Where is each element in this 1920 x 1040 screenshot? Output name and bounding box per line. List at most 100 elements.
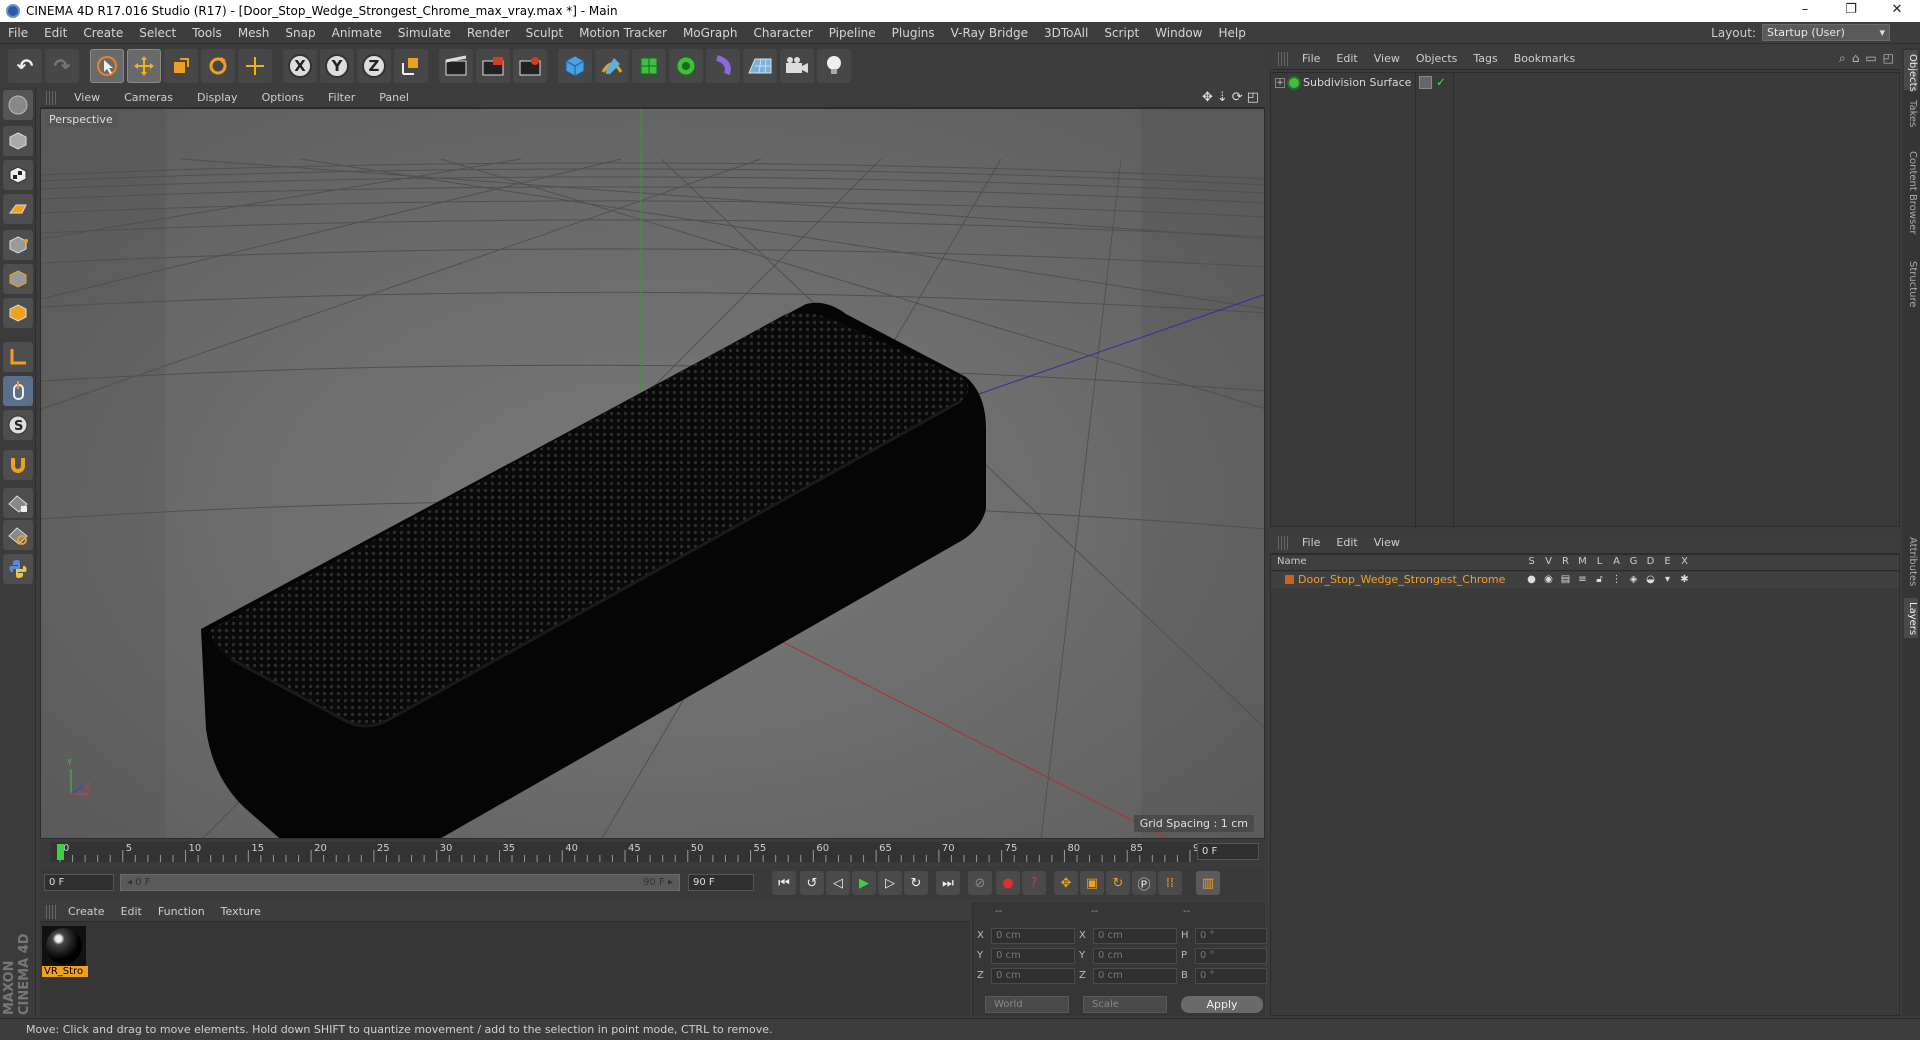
menu-create[interactable]: Create (75, 22, 131, 44)
cloner-button[interactable] (669, 49, 703, 83)
preview-range-slider[interactable]: ◂ 0 F 90 F ▸ (120, 874, 680, 891)
next-key-button[interactable]: ↻ (904, 871, 928, 895)
menu-3dtoall[interactable]: 3DToAll (1036, 22, 1096, 44)
size-z-field[interactable]: 0 cm (1093, 968, 1177, 984)
menu-plugins[interactable]: Plugins (884, 22, 943, 44)
generator-icon[interactable]: ◈ (1625, 574, 1642, 586)
maximize-view-icon[interactable]: ◰ (1247, 90, 1259, 105)
x-axis-lock-button[interactable]: X (283, 49, 317, 83)
menu-mesh[interactable]: Mesh (230, 22, 278, 44)
search-icon[interactable]: ⌕ (1839, 51, 1846, 66)
menu-edit[interactable]: Edit (36, 22, 75, 44)
end-frame-field[interactable]: 90 F (688, 874, 754, 891)
redo-button[interactable]: ↷ (45, 49, 79, 83)
light-button[interactable] (817, 49, 851, 83)
size-x-field[interactable]: 0 cm (1093, 928, 1177, 944)
menu-tools[interactable]: Tools (184, 22, 230, 44)
eye-icon[interactable]: ◉ (1540, 574, 1557, 586)
camera-button[interactable] (780, 49, 814, 83)
viewport-menu-filter[interactable]: Filter (316, 91, 367, 104)
previous-key-button[interactable]: ↺ (800, 871, 824, 895)
orbit-view-icon[interactable]: ⟳ (1232, 90, 1243, 105)
layers-menu-view[interactable]: View (1366, 536, 1408, 549)
key-parameter-button[interactable]: Ⓟ (1132, 871, 1156, 895)
pan-view-icon[interactable]: ✥ (1202, 90, 1213, 105)
xref-icon[interactable]: ✱ (1676, 574, 1693, 586)
dolly-view-icon[interactable]: ⇣ (1217, 90, 1228, 105)
pos-x-field[interactable]: 0 cm (991, 928, 1075, 944)
pos-y-field[interactable]: 0 cm (991, 948, 1075, 964)
deformer-button[interactable] (706, 49, 740, 83)
menu-simulate[interactable]: Simulate (390, 22, 459, 44)
next-frame-button[interactable]: ▷ (878, 871, 902, 895)
scale-tool-button[interactable] (164, 49, 198, 83)
layout-dropdown[interactable]: Startup (User) (1762, 24, 1890, 41)
key-pla-button[interactable]: ⁞⁞ (1158, 871, 1182, 895)
polygons-mode-button[interactable] (3, 298, 33, 328)
make-editable-button[interactable] (3, 90, 33, 120)
tab-structure[interactable]: Structure (1904, 254, 1918, 314)
menu-motion-tracker[interactable]: Motion Tracker (571, 22, 675, 44)
points-mode-button[interactable] (3, 230, 33, 260)
material-menu-create[interactable]: Create (60, 905, 113, 918)
objects-menu-objects[interactable]: Objects (1408, 52, 1466, 65)
size-y-field[interactable]: 0 cm (1093, 948, 1177, 964)
previous-frame-button[interactable]: ◁ (826, 871, 850, 895)
enabled-check-icon[interactable]: ✓ (1436, 76, 1446, 89)
select-tool-button[interactable] (90, 49, 124, 83)
deformer-icon[interactable]: ◒ (1642, 574, 1659, 586)
python-button[interactable] (3, 554, 33, 584)
objects-menu-file[interactable]: File (1294, 52, 1328, 65)
key-scale-button[interactable]: ▣ (1080, 871, 1104, 895)
menu-animate[interactable]: Animate (324, 22, 390, 44)
tab-objects[interactable]: Objects (1904, 50, 1918, 92)
render-to-picture-viewer-button[interactable] (476, 49, 510, 83)
autokey-button[interactable]: ● (996, 871, 1020, 895)
menu-vray-bridge[interactable]: V-Ray Bridge (943, 22, 1036, 44)
timeline-ruler[interactable]: 051015202530354045505560657075808590 (50, 842, 1206, 862)
workplane-mode-button[interactable] (3, 194, 33, 224)
close-button[interactable]: ✕ (1874, 0, 1920, 22)
home-icon[interactable]: ⌂ (1852, 51, 1860, 66)
solo-dot-icon[interactable]: ● (1523, 574, 1540, 586)
enable-axis-button[interactable] (3, 342, 33, 372)
objects-menu-bookmarks[interactable]: Bookmarks (1506, 52, 1583, 65)
object-row-subdivision-surface[interactable]: + Subdivision Surface (1275, 76, 1411, 89)
expand-toggle-icon[interactable]: + (1275, 77, 1285, 88)
key-rotation-button[interactable]: ↻ (1106, 871, 1130, 895)
panel-grip[interactable] (1278, 535, 1288, 550)
menu-render[interactable]: Render (459, 22, 518, 44)
lock-icon[interactable]: 🔓︎ (1591, 574, 1608, 586)
tab-content-browser[interactable]: Content Browser (1904, 138, 1918, 248)
cube-primitive-button[interactable] (558, 49, 592, 83)
menu-snap[interactable]: Snap (277, 22, 323, 44)
edges-mode-button[interactable] (3, 264, 33, 294)
menu-window[interactable]: Window (1147, 22, 1210, 44)
lock-workplane-button[interactable] (3, 488, 33, 518)
menu-mograph[interactable]: MoGraph (675, 22, 746, 44)
texture-mode-button[interactable] (3, 160, 33, 190)
layer-row[interactable]: Door_Stop_Wedge_Strongest_Chrome ● ◉ ▤ ≡… (1271, 572, 1899, 588)
rot-p-field[interactable]: 0 ° (1195, 948, 1267, 964)
layer-tag-icon[interactable] (1419, 76, 1432, 89)
menu-pipeline[interactable]: Pipeline (821, 22, 884, 44)
tab-takes[interactable]: Takes (1904, 96, 1918, 132)
pos-z-field[interactable]: 0 cm (991, 968, 1075, 984)
objects-menu-view[interactable]: View (1366, 52, 1408, 65)
undo-button[interactable]: ↶ (8, 49, 42, 83)
viewport-camera-label[interactable]: Perspective (45, 112, 117, 127)
menu-sculpt[interactable]: Sculpt (518, 22, 571, 44)
floor-button[interactable] (743, 49, 777, 83)
coordinate-mode-dropdown[interactable]: World (985, 996, 1069, 1013)
tab-attributes[interactable]: Attributes (1904, 532, 1918, 592)
objects-menu-edit[interactable]: Edit (1328, 52, 1365, 65)
size-mode-dropdown[interactable]: Scale (1083, 996, 1167, 1013)
subdivision-surface-button[interactable] (632, 49, 666, 83)
menu-help[interactable]: Help (1210, 22, 1253, 44)
layers-menu-edit[interactable]: Edit (1328, 536, 1365, 549)
rot-h-field[interactable]: 0 ° (1195, 928, 1267, 944)
maximize-panel-icon[interactable]: ◰ (1883, 51, 1894, 66)
rot-b-field[interactable]: 0 ° (1195, 968, 1267, 984)
y-axis-lock-button[interactable]: Y (320, 49, 354, 83)
panel-grip[interactable] (46, 904, 56, 919)
